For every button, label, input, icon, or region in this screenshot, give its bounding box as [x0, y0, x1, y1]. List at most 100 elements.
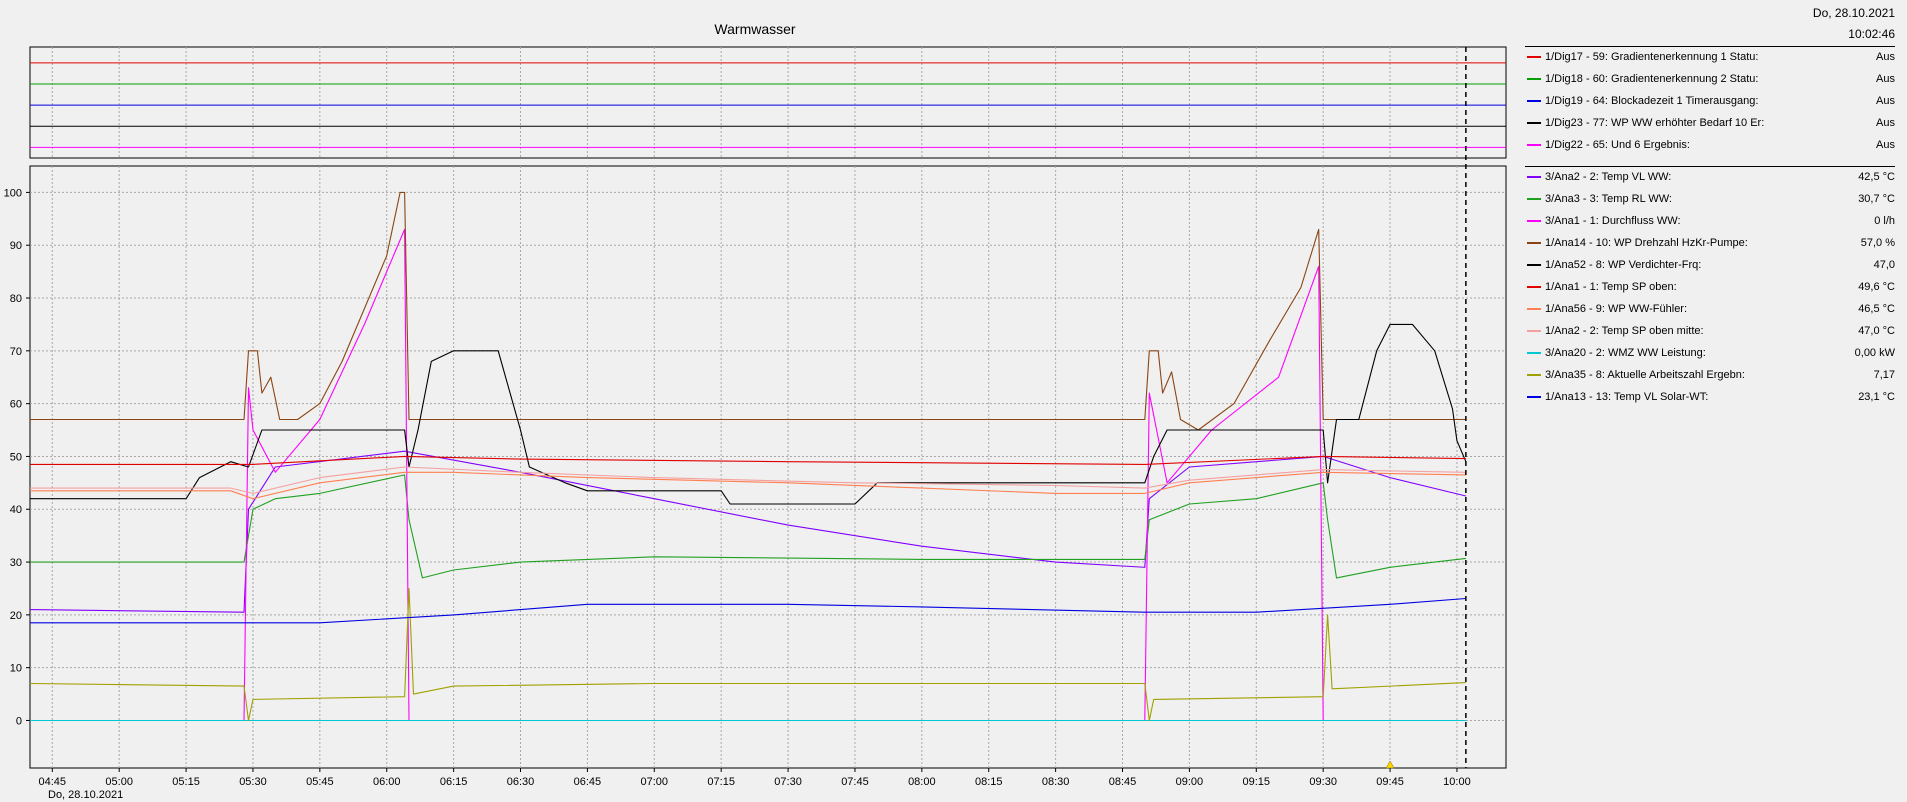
- chart-plot-area[interactable]: 04:45 05:00 05:15 05:30 05:45 06:00 06:15 06:30…: [0, 0, 1510, 802]
- legend-value: 49,6 °C: [1858, 281, 1895, 293]
- legend-digital-row[interactable]: 1/Dig22 - 65: Und 6 Ergebnis: Aus: [1525, 134, 1895, 156]
- y-tick-label: 50: [10, 451, 22, 463]
- legend-value: Aus: [1876, 117, 1895, 129]
- legend-value: 42,5 °C: [1858, 171, 1895, 183]
- legend-swatch: [1527, 374, 1541, 376]
- legend-swatch: [1527, 176, 1541, 178]
- legend-analog-row[interactable]: 1/Ana2 - 2: Temp SP oben mitte: 47,0 °C: [1525, 320, 1895, 342]
- legend-analog-row[interactable]: 1/Ana52 - 8: WP Verdichter-Frq: 47,0: [1525, 254, 1895, 276]
- x-axis-date: Do, 28.10.2021: [48, 789, 124, 801]
- legend-value: 0 l/h: [1874, 215, 1895, 227]
- legend-value: Aus: [1876, 95, 1895, 107]
- legend-swatch: [1527, 122, 1541, 124]
- x-tick-label: 06:00: [373, 776, 401, 788]
- legend-swatch: [1527, 242, 1541, 244]
- y-tick-label: 70: [10, 346, 22, 358]
- legend-value: Aus: [1876, 73, 1895, 85]
- x-tick-label: 07:45: [841, 776, 869, 788]
- legend-analog-row[interactable]: 3/Ana35 - 8: Aktuelle Arbeitszahl Ergebn…: [1525, 364, 1895, 386]
- legend-swatch: [1527, 220, 1541, 222]
- legend-swatch: [1527, 56, 1541, 58]
- x-tick-label: 08:15: [975, 776, 1003, 788]
- x-tick-label: 09:45: [1376, 776, 1404, 788]
- legend-label: 1/Dig22 - 65: Und 6 Ergebnis:: [1545, 139, 1690, 151]
- legend-label: 3/Ana3 - 3: Temp RL WW:: [1545, 193, 1672, 205]
- y-tick-label: 10: [10, 663, 22, 675]
- legend-analog-row[interactable]: 1/Ana56 - 9: WP WW-Fühler: 46,5 °C: [1525, 298, 1895, 320]
- legend-label: 3/Ana35 - 8: Aktuelle Arbeitszahl Ergebn…: [1545, 369, 1745, 381]
- x-tick-label: 09:15: [1243, 776, 1271, 788]
- legend-label: 1/Ana2 - 2: Temp SP oben mitte:: [1545, 325, 1704, 337]
- legend-label: 1/Dig19 - 64: Blockadezeit 1 Timerausgan…: [1545, 95, 1759, 107]
- legend-swatch: [1527, 308, 1541, 310]
- legend-value: 30,7 °C: [1858, 193, 1895, 205]
- legend-analog-row[interactable]: 3/Ana20 - 2: WMZ WW Leistung: 0,00 kW: [1525, 342, 1895, 364]
- legend-swatch: [1527, 396, 1541, 398]
- y-tick-label: 100: [4, 187, 22, 199]
- x-tick-label: 05:00: [105, 776, 133, 788]
- legend-digital-row[interactable]: 1/Dig17 - 59: Gradientenerkennung 1 Stat…: [1525, 46, 1895, 68]
- x-tick-label: 07:00: [641, 776, 669, 788]
- legend-analog-row[interactable]: 3/Ana1 - 1: Durchfluss WW: 0 l/h: [1525, 210, 1895, 232]
- legend-swatch: [1527, 352, 1541, 354]
- legend-digital-row[interactable]: 1/Dig23 - 77: WP WW erhöhter Bedarf 10 E…: [1525, 112, 1895, 134]
- legend-label: 1/Ana56 - 9: WP WW-Fühler:: [1545, 303, 1688, 315]
- analog-plot-frame: [29, 165, 1507, 769]
- legend-digital-row[interactable]: 1/Dig19 - 64: Blockadezeit 1 Timerausgan…: [1525, 90, 1895, 112]
- legend-label: 1/Dig23 - 77: WP WW erhöhter Bedarf 10 E…: [1545, 117, 1765, 129]
- y-tick-label: 0: [16, 715, 22, 727]
- legend-digital-row[interactable]: 1/Dig18 - 60: Gradientenerkennung 2 Stat…: [1525, 68, 1895, 90]
- legend-label: 1/Ana1 - 1: Temp SP oben:: [1545, 281, 1677, 293]
- legend-value: 23,1 °C: [1858, 391, 1895, 403]
- legend-label: 1/Ana14 - 10: WP Drehzahl HzKr-Pumpe:: [1545, 237, 1748, 249]
- x-tick-label: 06:45: [574, 776, 602, 788]
- legend-digital: 1/Dig17 - 59: Gradientenerkennung 1 Stat…: [1525, 46, 1895, 156]
- y-tick-label: 60: [10, 399, 22, 411]
- y-tick-label: 90: [10, 240, 22, 252]
- x-tick-label: 09:00: [1176, 776, 1204, 788]
- legend-value: 47,0 °C: [1858, 325, 1895, 337]
- legend-label: 1/Dig17 - 59: Gradientenerkennung 1 Stat…: [1545, 51, 1759, 63]
- legend-value: 0,00 kW: [1854, 347, 1895, 359]
- legend-label: 1/Ana13 - 13: Temp VL Solar-WT:: [1545, 391, 1709, 403]
- current-time: 10:02:46: [1848, 27, 1895, 41]
- legend-value: 57,0 %: [1860, 237, 1895, 249]
- x-tick-label: 08:30: [1042, 776, 1070, 788]
- x-tick-label: 08:00: [908, 776, 936, 788]
- digital-strip-frame: [29, 46, 1507, 159]
- legend-analog-row[interactable]: 1/Ana1 - 1: Temp SP oben: 49,6 °C: [1525, 276, 1895, 298]
- x-tick-label: 07:30: [774, 776, 802, 788]
- x-tick-label: 09:30: [1309, 776, 1337, 788]
- legend-swatch: [1527, 198, 1541, 200]
- y-tick-label: 30: [10, 557, 22, 569]
- legend-swatch: [1527, 264, 1541, 266]
- x-tick-label: 05:45: [306, 776, 334, 788]
- x-tick-label: 10:00: [1443, 776, 1471, 788]
- legend-label: 3/Ana2 - 2: Temp VL WW:: [1545, 171, 1672, 183]
- x-tick-label: 08:45: [1109, 776, 1137, 788]
- legend-swatch: [1527, 330, 1541, 332]
- legend-swatch: [1527, 78, 1541, 80]
- y-tick-label: 80: [10, 293, 22, 305]
- legend-swatch: [1527, 286, 1541, 288]
- legend-analog-row[interactable]: 1/Ana13 - 13: Temp VL Solar-WT: 23,1 °C: [1525, 386, 1895, 408]
- legend-swatch: [1527, 100, 1541, 102]
- legend-label: 3/Ana1 - 1: Durchfluss WW:: [1545, 215, 1681, 227]
- legend-analog: 3/Ana2 - 2: Temp VL WW: 42,5 °C 3/Ana3 - 3…: [1525, 166, 1895, 408]
- legend-value: Aus: [1876, 139, 1895, 151]
- legend-swatch: [1527, 144, 1541, 146]
- current-date: Do, 28.10.2021: [1812, 6, 1895, 20]
- legend-analog-row[interactable]: 1/Ana14 - 10: WP Drehzahl HzKr-Pumpe: 57,…: [1525, 232, 1895, 254]
- legend-label: 1/Ana52 - 8: WP Verdichter-Frq:: [1545, 259, 1702, 271]
- legend-value: 7,17: [1873, 369, 1895, 381]
- x-tick-label: 06:30: [507, 776, 535, 788]
- x-tick-label: 06:15: [440, 776, 468, 788]
- legend-analog-row[interactable]: 3/Ana2 - 2: Temp VL WW: 42,5 °C: [1525, 166, 1895, 188]
- legend-value: 47,0: [1873, 259, 1895, 271]
- y-tick-label: 40: [10, 504, 22, 516]
- x-tick-label: 04:45: [39, 776, 67, 788]
- legend-analog-row[interactable]: 3/Ana3 - 3: Temp RL WW: 30,7 °C: [1525, 188, 1895, 210]
- x-tick-label: 05:30: [239, 776, 267, 788]
- x-tick-label: 05:15: [172, 776, 200, 788]
- y-tick-label: 20: [10, 610, 22, 622]
